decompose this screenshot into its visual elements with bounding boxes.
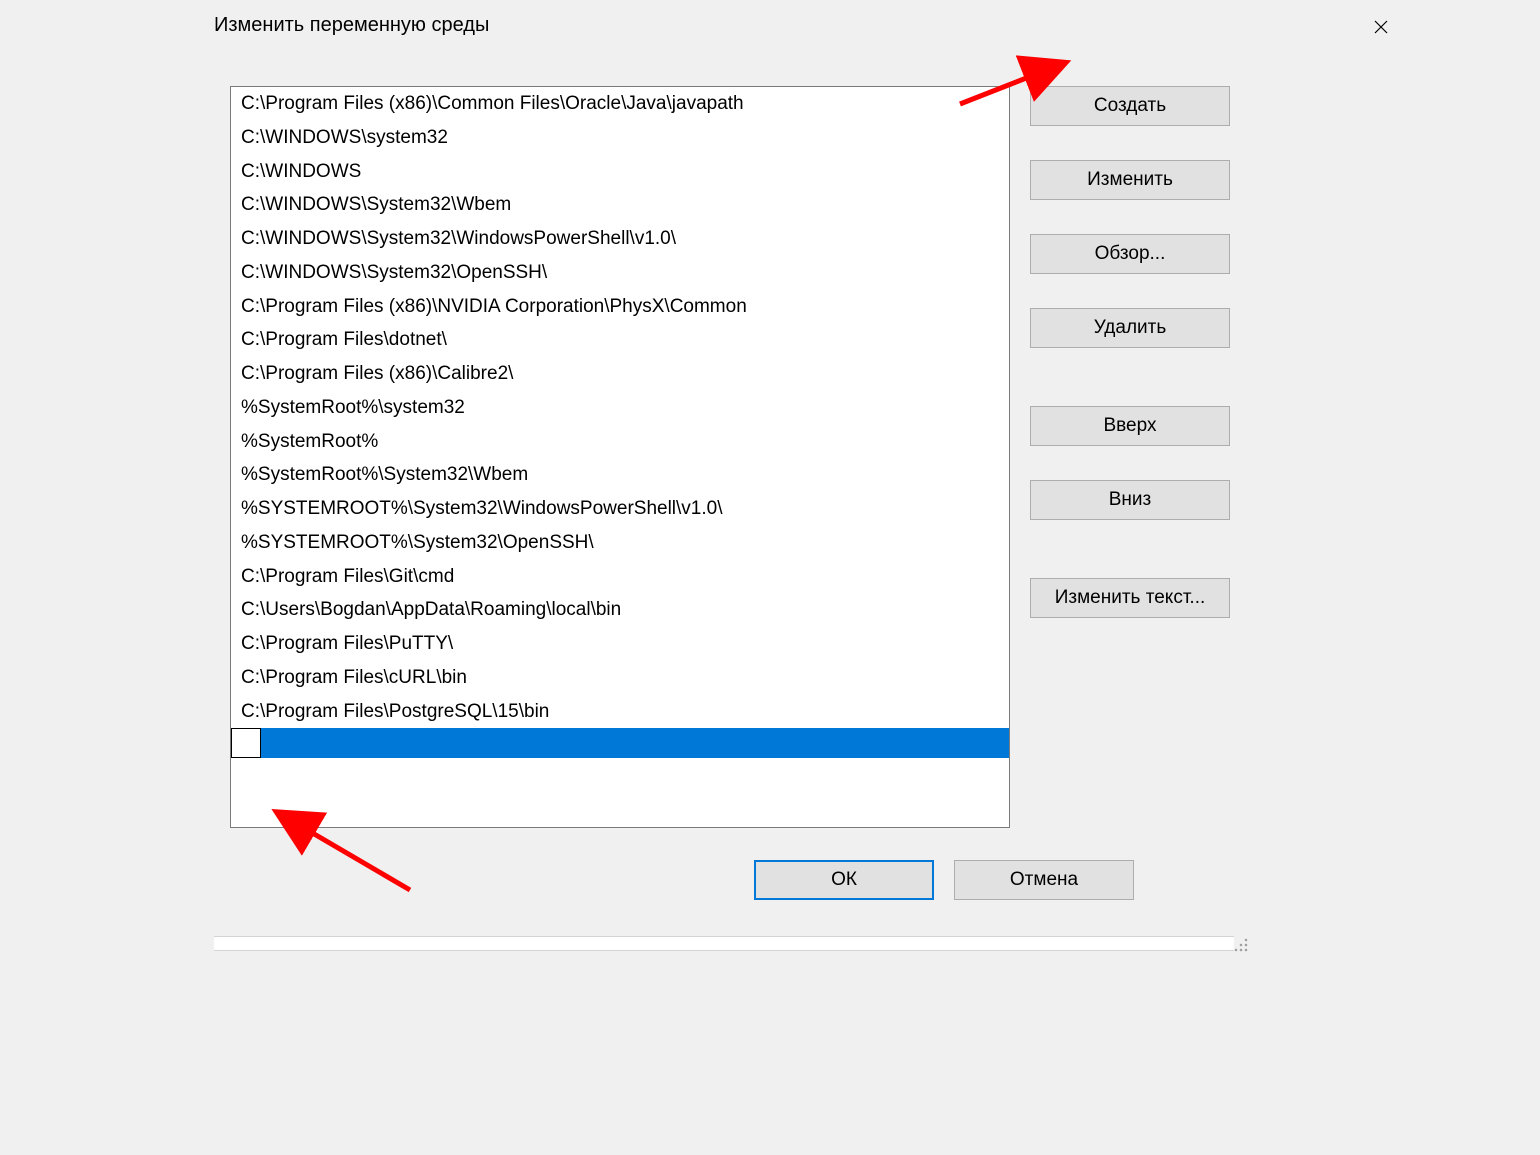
- path-list-item[interactable]: C:\Users\Bogdan\AppData\Roaming\local\bi…: [231, 593, 1009, 627]
- path-list-item[interactable]: %SystemRoot%\system32: [231, 391, 1009, 425]
- path-list-item[interactable]: C:\Program Files\PostgreSQL\15\bin: [231, 695, 1009, 729]
- path-edit-input[interactable]: [231, 728, 261, 758]
- path-list-item[interactable]: C:\Program Files (x86)\Common Files\Orac…: [231, 87, 1009, 121]
- dialog-title: Изменить переменную среды: [214, 14, 489, 44]
- edit-text-button[interactable]: Изменить текст...: [1030, 578, 1230, 618]
- move-up-button[interactable]: Вверх: [1030, 406, 1230, 446]
- path-list-item[interactable]: C:\Program Files (x86)\NVIDIA Corporatio…: [231, 290, 1009, 324]
- path-list-item[interactable]: %SystemRoot%\System32\Wbem: [231, 458, 1009, 492]
- path-list-item[interactable]: C:\Program Files\Git\cmd: [231, 560, 1009, 594]
- path-listbox[interactable]: C:\Program Files (x86)\Common Files\Orac…: [230, 86, 1010, 828]
- close-button[interactable]: [1356, 10, 1406, 46]
- path-list-item[interactable]: C:\Program Files (x86)\Calibre2\: [231, 357, 1009, 391]
- status-strip: [214, 936, 1234, 951]
- path-list-item[interactable]: C:\WINDOWS\System32\Wbem: [231, 188, 1009, 222]
- path-list-item[interactable]: %SYSTEMROOT%\System32\OpenSSH\: [231, 526, 1009, 560]
- move-down-button[interactable]: Вниз: [1030, 480, 1230, 520]
- path-list-item[interactable]: C:\WINDOWS\System32\OpenSSH\: [231, 256, 1009, 290]
- cancel-button[interactable]: Отмена: [954, 860, 1134, 900]
- path-list-item[interactable]: C:\WINDOWS\System32\WindowsPowerShell\v1…: [231, 222, 1009, 256]
- path-list-item[interactable]: C:\WINDOWS: [231, 155, 1009, 189]
- browse-button[interactable]: Обзор...: [1030, 234, 1230, 274]
- new-button[interactable]: Создать: [1030, 86, 1230, 126]
- ok-button[interactable]: ОК: [754, 860, 934, 900]
- path-list-item[interactable]: %SYSTEMROOT%\System32\WindowsPowerShell\…: [231, 492, 1009, 526]
- edit-environment-variable-dialog: Изменить переменную среды C:\Program Fil…: [134, 0, 1406, 955]
- path-list-item[interactable]: C:\Program Files\cURL\bin: [231, 661, 1009, 695]
- resize-grip-icon[interactable]: [1232, 936, 1250, 954]
- path-list-item[interactable]: %SystemRoot%: [231, 425, 1009, 459]
- close-icon: [1373, 15, 1389, 41]
- edit-button[interactable]: Изменить: [1030, 160, 1230, 200]
- delete-button[interactable]: Удалить: [1030, 308, 1230, 348]
- path-list-item[interactable]: C:\Program Files\dotnet\: [231, 323, 1009, 357]
- path-list-item[interactable]: C:\WINDOWS\system32: [231, 121, 1009, 155]
- path-list-item-editing[interactable]: [231, 728, 1009, 758]
- path-list-item[interactable]: C:\Program Files\PuTTY\: [231, 627, 1009, 661]
